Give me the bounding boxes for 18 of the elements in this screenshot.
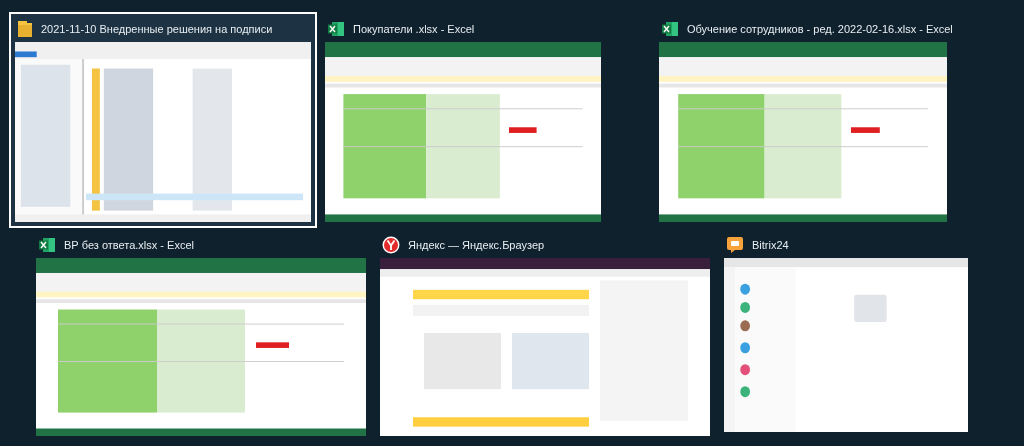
- window-thumbnail[interactable]: 2021-11-10 Внедренные решения на подписи: [9, 12, 317, 228]
- window-title: Bitrix24: [752, 237, 789, 253]
- window-title: Обучение сотрудников - ред. 2022-02-16.xlsx - Excel: [687, 21, 953, 37]
- window-thumbnail[interactable]: Обучение сотрудников - ред. 2022-02-16.xlsx - Excel: [653, 12, 953, 228]
- chat-bubble-icon: [726, 236, 744, 254]
- window-title: 2021-11-10 Внедренные решения на подписи: [41, 21, 273, 37]
- browser-logo-icon: [382, 236, 400, 254]
- window-thumbnail[interactable]: ВР без ответа.xlsx - Excel: [30, 228, 372, 442]
- folder-icon: [17, 20, 33, 38]
- window-title: Покупатели .xlsx - Excel: [353, 21, 475, 37]
- window-thumbnail[interactable]: Bitrix24: [718, 228, 974, 438]
- spreadsheet-icon: [38, 237, 56, 253]
- window-thumbnail[interactable]: Яндекс — Яндекс.Браузер: [374, 228, 716, 442]
- window-thumbnail[interactable]: Покупатели .xlsx - Excel: [319, 12, 607, 228]
- spreadsheet-icon: [327, 21, 345, 37]
- window-title: Яндекс — Яндекс.Браузер: [408, 237, 545, 253]
- window-title: ВР без ответа.xlsx - Excel: [64, 237, 194, 253]
- spreadsheet-icon: [661, 21, 679, 37]
